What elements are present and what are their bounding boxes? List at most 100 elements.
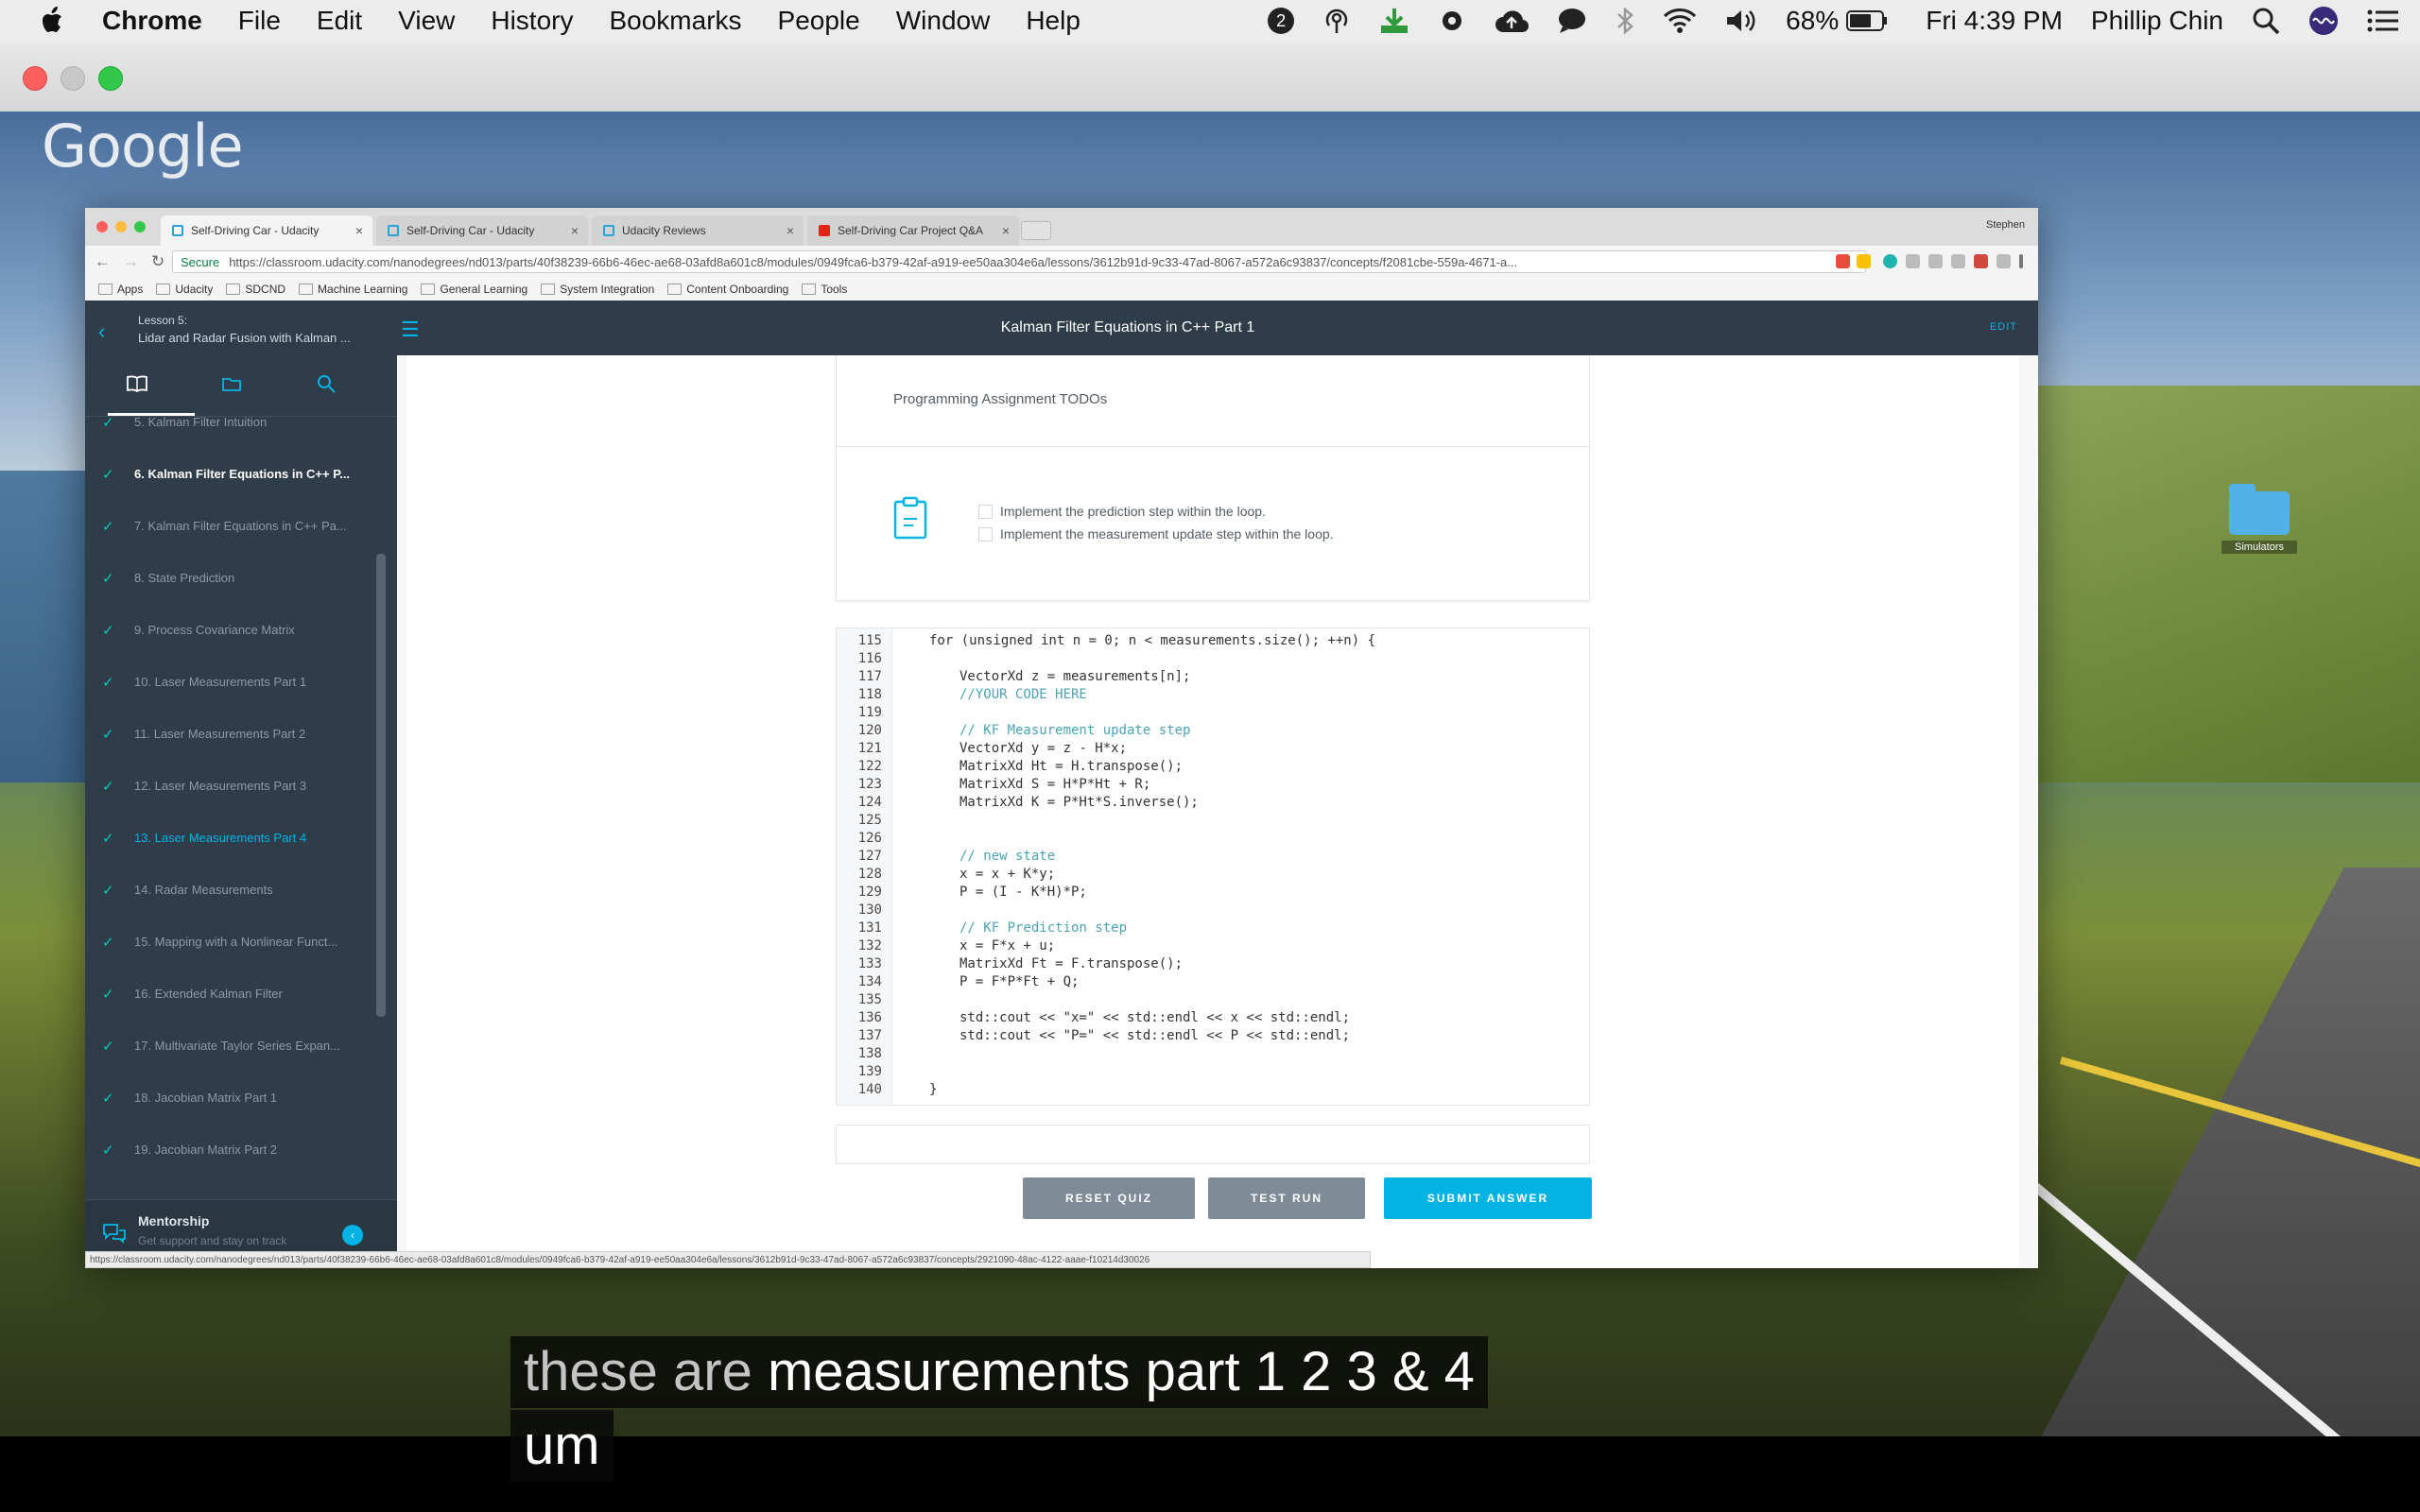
- code-text: }: [929, 1082, 938, 1097]
- siri-icon[interactable]: [2308, 6, 2339, 36]
- volume-icon[interactable]: [1725, 8, 1757, 34]
- code-editor[interactable]: 115 for (unsigned int n = 0; n < measurem…: [836, 627, 1590, 1106]
- sidebar-item[interactable]: ✓ 16. Extended Kalman Filter: [85, 968, 397, 1020]
- tab-1[interactable]: Self-Driving Car - Udacity ×: [161, 215, 372, 246]
- profile-name[interactable]: Stephen: [1986, 219, 2025, 231]
- chat-bubble-icon[interactable]: [1557, 7, 1587, 35]
- reload-icon[interactable]: ↻: [151, 252, 170, 271]
- menu-people[interactable]: People: [778, 6, 860, 36]
- notification-badge[interactable]: 2: [1268, 8, 1295, 34]
- menu-help[interactable]: Help: [1026, 6, 1080, 36]
- tab-close-icon[interactable]: ×: [786, 223, 794, 238]
- menu-view[interactable]: View: [398, 6, 455, 36]
- extension-icon[interactable]: [1974, 254, 1988, 268]
- gear-tool-icon[interactable]: [1438, 7, 1466, 35]
- tab-2[interactable]: Self-Driving Car - Udacity ×: [376, 215, 588, 246]
- inner-close-button[interactable]: [96, 221, 108, 232]
- sidebar-item[interactable]: ✓ 17. Multivariate Taylor Series Expan...: [85, 1020, 397, 1072]
- edit-link[interactable]: EDIT: [1990, 321, 2017, 333]
- bookmark-folder[interactable]: System Integration: [541, 283, 654, 296]
- download-icon[interactable]: [1379, 7, 1409, 35]
- submit-answer-button[interactable]: SUBMIT ANSWER: [1384, 1177, 1592, 1219]
- code-text: x = x + K*y;: [959, 867, 1056, 882]
- check-icon: ✓: [102, 518, 114, 535]
- folder-icon[interactable]: [189, 376, 274, 396]
- bluetooth-icon[interactable]: [1616, 7, 1634, 35]
- sidebar-item-label: 10. Laser Measurements Part 1: [134, 675, 307, 689]
- forward-arrow-icon[interactable]: →: [123, 252, 142, 271]
- bookmark-apps[interactable]: Apps: [98, 283, 143, 296]
- zoom-window-button[interactable]: [98, 66, 123, 91]
- app-menu-chrome[interactable]: Chrome: [102, 6, 202, 36]
- address-bar[interactable]: Secure https://classroom.udacity.com/nan…: [172, 250, 1866, 273]
- bookmark-folder[interactable]: SDCND: [226, 283, 285, 296]
- tab-close-icon[interactable]: ×: [1002, 223, 1010, 238]
- tab-close-icon[interactable]: ×: [571, 223, 579, 238]
- user-name[interactable]: Phillip Chin: [2091, 6, 2223, 36]
- sidebar-item[interactable]: ✓ 14. Radar Measurements: [85, 864, 397, 916]
- sidebar-item[interactable]: ✓ 8. State Prediction: [85, 552, 397, 604]
- bookmark-folder[interactable]: Machine Learning: [299, 283, 407, 296]
- back-arrow-icon[interactable]: ←: [95, 252, 113, 271]
- inner-minimize-button[interactable]: [115, 221, 127, 232]
- bookmark-folder[interactable]: Tools: [802, 283, 847, 296]
- bookmark-folder[interactable]: Content Onboarding: [667, 283, 788, 296]
- bookmark-star-icon[interactable]: [1857, 254, 1871, 268]
- tab-3[interactable]: Udacity Reviews ×: [592, 215, 804, 246]
- menu-file[interactable]: File: [238, 6, 281, 36]
- menu-bookmarks[interactable]: Bookmarks: [609, 6, 741, 36]
- extension-icon[interactable]: [1951, 254, 1965, 268]
- menu-history[interactable]: History: [491, 6, 573, 36]
- bookmark-folder[interactable]: Udacity: [156, 283, 213, 296]
- extension-icon[interactable]: [1996, 254, 2011, 268]
- sidebar-item[interactable]: ✓ 5. Kalman Filter Intuition: [85, 396, 397, 448]
- clock[interactable]: Fri 4:39 PM: [1926, 6, 2063, 36]
- todo-checkbox[interactable]: [978, 504, 993, 519]
- todo-text: Implement the measurement update step wi…: [1000, 526, 1334, 541]
- inner-zoom-button[interactable]: [134, 221, 146, 232]
- airdrop-icon[interactable]: [1322, 7, 1351, 35]
- sidebar-item[interactable]: ✓ 19. Jacobian Matrix Part 2: [85, 1124, 397, 1176]
- battery-percent[interactable]: 68%: [1786, 6, 1839, 36]
- spotlight-search-icon[interactable]: [2252, 7, 2280, 35]
- sidebar-item[interactable]: ✓ 9. Process Covariance Matrix: [85, 604, 397, 656]
- close-window-button[interactable]: [23, 66, 47, 91]
- book-icon[interactable]: [95, 374, 180, 397]
- minimize-window-button[interactable]: [60, 66, 85, 91]
- menu-window[interactable]: Window: [896, 6, 991, 36]
- bookmark-folder[interactable]: General Learning: [421, 283, 527, 296]
- sidebar-item[interactable]: ✓ 10. Laser Measurements Part 1: [85, 656, 397, 708]
- cloud-upload-icon[interactable]: [1495, 8, 1530, 34]
- wifi-icon[interactable]: [1663, 8, 1697, 34]
- test-run-button[interactable]: TEST RUN: [1208, 1177, 1365, 1219]
- sidebar-item-label: 15. Mapping with a Nonlinear Funct...: [134, 935, 338, 949]
- tab-title: Self-Driving Car Project Q&A: [838, 224, 984, 237]
- extension-icon[interactable]: [1906, 254, 1920, 268]
- sidebar-item[interactable]: ✓ 11. Laser Measurements Part 2: [85, 708, 397, 760]
- chrome-menu-icon[interactable]: [2019, 254, 2023, 268]
- extension-icon[interactable]: [1928, 254, 1943, 268]
- sidebar-item-current[interactable]: ✓ 6. Kalman Filter Equations in C++ P...: [85, 448, 397, 500]
- tab-close-icon[interactable]: ×: [355, 223, 363, 238]
- desktop-folder-simulators[interactable]: Simulators: [2221, 484, 2297, 554]
- code-text: VectorXd y = z - H*x;: [959, 741, 1128, 756]
- sidebar-scrollbar[interactable]: [376, 554, 386, 1017]
- todo-checkbox[interactable]: [978, 526, 993, 541]
- sidebar-item[interactable]: ✓ 15. Mapping with a Nonlinear Funct...: [85, 916, 397, 968]
- tab-4[interactable]: Self-Driving Car Project Q&A ×: [807, 215, 1019, 246]
- apple-icon[interactable]: [40, 6, 66, 36]
- search-icon[interactable]: [284, 374, 369, 398]
- todo-item-prediction[interactable]: Implement the prediction step within the…: [978, 504, 1266, 519]
- extension-icon[interactable]: [1883, 254, 1897, 268]
- extension-icon[interactable]: [1836, 254, 1850, 268]
- menu-edit[interactable]: Edit: [317, 6, 362, 36]
- reset-quiz-button[interactable]: RESET QUIZ: [1023, 1177, 1195, 1219]
- new-tab-button[interactable]: [1021, 221, 1051, 240]
- sidebar-item[interactable]: ✓ 7. Kalman Filter Equations in C++ Pa...: [85, 500, 397, 552]
- notification-center-icon[interactable]: [2367, 9, 2399, 33]
- sidebar-item[interactable]: ✓ 12. Laser Measurements Part 3: [85, 760, 397, 812]
- folder-icon: [226, 284, 241, 295]
- sidebar-item-hovered[interactable]: ✓ 13. Laser Measurements Part 4: [85, 812, 397, 864]
- sidebar-item[interactable]: ✓ 18. Jacobian Matrix Part 1: [85, 1072, 397, 1124]
- todo-item-measurement[interactable]: Implement the measurement update step wi…: [978, 526, 1334, 541]
